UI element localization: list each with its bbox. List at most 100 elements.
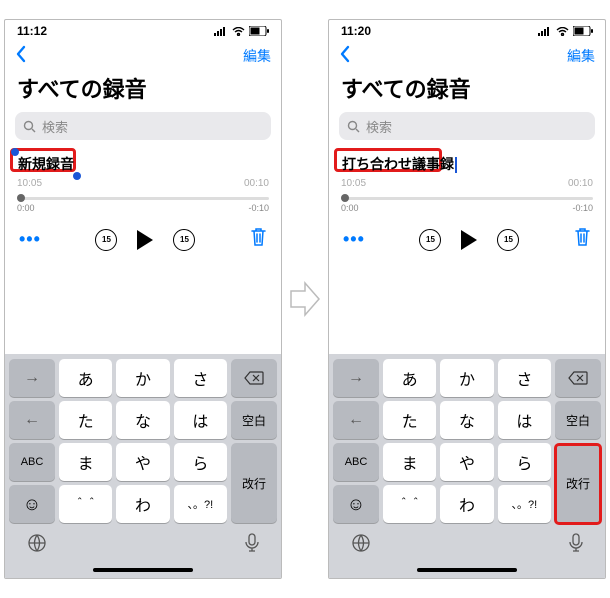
battery-icon	[573, 26, 593, 36]
scrubber-track[interactable]	[17, 197, 269, 200]
page-title: すべての録音	[5, 72, 281, 112]
key-backspace[interactable]	[555, 359, 601, 397]
search-input[interactable]: 検索	[339, 112, 595, 140]
skip-back-15-button[interactable]: 15	[419, 229, 441, 251]
key-abc[interactable]: ABC	[9, 443, 55, 481]
recording-name-field[interactable]: 新規録音	[15, 152, 77, 176]
scrubber[interactable]: 0:00 -0:10	[5, 193, 281, 213]
key-prev-candidate[interactable]: ←	[333, 401, 379, 439]
key-prev-candidate[interactable]: ←	[9, 401, 55, 439]
play-button[interactable]	[459, 229, 479, 251]
recording-name-field[interactable]: 打ち合わせ議事録	[339, 152, 460, 176]
home-indicator[interactable]	[417, 568, 517, 572]
key-ma[interactable]: ま	[383, 443, 436, 481]
key-ma[interactable]: ま	[59, 443, 112, 481]
page-title: すべての録音	[329, 72, 605, 112]
key-punct[interactable]: 、。?!	[498, 485, 551, 523]
search-icon	[347, 120, 360, 133]
scrubber-labels: 0:00 -0:10	[17, 203, 269, 213]
recording-name-text: 打ち合わせ議事録	[342, 156, 454, 172]
dictation-button[interactable]	[569, 533, 583, 558]
key-ta[interactable]: た	[59, 401, 112, 439]
more-button[interactable]: •••	[19, 229, 41, 250]
home-indicator[interactable]	[93, 568, 193, 572]
key-sa[interactable]: さ	[174, 359, 227, 397]
signal-icon	[214, 27, 228, 36]
back-button[interactable]	[339, 45, 351, 68]
recording-meta-row: 10:05 00:10	[5, 176, 281, 193]
key-ha[interactable]: は	[498, 401, 551, 439]
key-wa[interactable]: わ	[116, 485, 169, 523]
scrubber-end: -0:10	[572, 203, 593, 213]
battery-icon	[249, 26, 269, 36]
signal-icon	[538, 27, 552, 36]
scrubber-knob[interactable]	[17, 194, 25, 202]
selection-handle-end[interactable]	[73, 172, 81, 180]
globe-button[interactable]	[351, 533, 371, 558]
key-ka[interactable]: か	[440, 359, 493, 397]
edit-button[interactable]: 編集	[243, 46, 271, 66]
key-a[interactable]: あ	[383, 359, 436, 397]
globe-button[interactable]	[27, 533, 47, 558]
key-ra[interactable]: ら	[498, 443, 551, 481]
delete-button[interactable]	[250, 227, 267, 252]
scrubber-knob[interactable]	[341, 194, 349, 202]
key-ka[interactable]: か	[116, 359, 169, 397]
key-na[interactable]: な	[116, 401, 169, 439]
key-ta[interactable]: た	[383, 401, 436, 439]
play-icon	[135, 229, 155, 251]
key-backspace[interactable]	[231, 359, 277, 397]
key-ya[interactable]: や	[440, 443, 493, 481]
status-icons	[538, 26, 593, 36]
key-a[interactable]: あ	[59, 359, 112, 397]
key-ya[interactable]: や	[116, 443, 169, 481]
search-icon	[23, 120, 36, 133]
selection-handle-start[interactable]	[11, 148, 19, 156]
trash-icon	[574, 227, 591, 247]
playback-controls: ••• 15 15	[5, 213, 281, 262]
recording-duration: 00:10	[244, 178, 269, 189]
key-abc[interactable]: ABC	[333, 443, 379, 481]
trash-icon	[250, 227, 267, 247]
key-sa[interactable]: さ	[498, 359, 551, 397]
recording-name-text: 新規録音	[18, 156, 74, 172]
scrubber-labels: 0:00 -0:10	[341, 203, 593, 213]
skip-forward-15-button[interactable]: 15	[497, 229, 519, 251]
key-space[interactable]: 空白	[555, 401, 601, 439]
key-return[interactable]: 改行	[555, 443, 601, 523]
key-symbol[interactable]: ＾＾	[59, 485, 112, 523]
play-button[interactable]	[135, 229, 155, 251]
edit-button[interactable]: 編集	[567, 46, 595, 66]
status-time: 11:20	[341, 24, 371, 38]
key-next-candidate[interactable]: →	[9, 359, 55, 397]
scrubber-track[interactable]	[341, 197, 593, 200]
key-return[interactable]: 改行	[231, 443, 277, 523]
nav-header: 編集	[5, 42, 281, 70]
arrow-icon	[287, 276, 323, 322]
status-icons	[214, 26, 269, 36]
skip-forward-15-button[interactable]: 15	[173, 229, 195, 251]
key-emoji[interactable]: ☺	[333, 485, 379, 523]
key-space[interactable]: 空白	[231, 401, 277, 439]
recording-duration: 00:10	[568, 178, 593, 189]
back-button[interactable]	[15, 45, 27, 68]
key-symbol[interactable]: ＾＾	[383, 485, 436, 523]
key-ra[interactable]: ら	[174, 443, 227, 481]
dictation-button[interactable]	[245, 533, 259, 558]
text-cursor	[455, 157, 457, 173]
key-ha[interactable]: は	[174, 401, 227, 439]
key-na[interactable]: な	[440, 401, 493, 439]
skip-back-15-button[interactable]: 15	[95, 229, 117, 251]
more-button[interactable]: •••	[343, 229, 365, 250]
recording-meta-row: 10:05 00:10	[329, 176, 605, 193]
status-bar: 11:20	[329, 20, 605, 42]
globe-icon	[27, 533, 47, 553]
scrubber[interactable]: 0:00 -0:10	[329, 193, 605, 213]
key-emoji[interactable]: ☺	[9, 485, 55, 523]
delete-button[interactable]	[574, 227, 591, 252]
key-next-candidate[interactable]: →	[333, 359, 379, 397]
key-wa[interactable]: わ	[440, 485, 493, 523]
search-input[interactable]: 検索	[15, 112, 271, 140]
phone-right: 11:20 編集 すべての録音 検索 打ち合わせ議事録 10:05	[328, 19, 606, 579]
key-punct[interactable]: 、。?!	[174, 485, 227, 523]
